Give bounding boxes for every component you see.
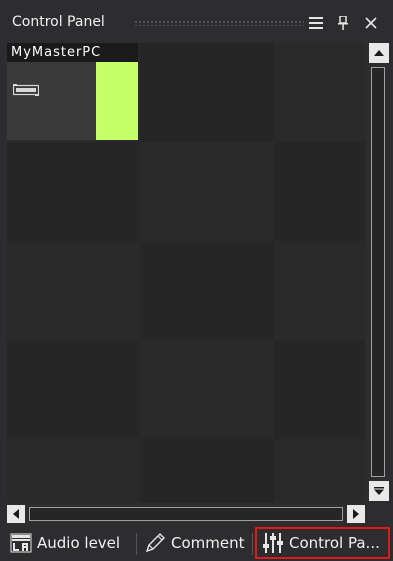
grid-cell[interactable] (140, 439, 274, 503)
close-button[interactable] (360, 12, 382, 34)
arrow-left-icon (13, 509, 19, 519)
grid-cell[interactable] (7, 142, 140, 241)
vertical-scroll-thumb[interactable] (371, 67, 385, 477)
close-icon (365, 17, 377, 29)
bottom-tab-bar: Audio level Comment Control Pa... (0, 527, 393, 561)
arrow-up-icon (374, 50, 384, 56)
scroll-down-button[interactable] (369, 481, 389, 501)
grid-cell[interactable] (274, 43, 365, 142)
device-tile[interactable]: MyMasterPC (7, 43, 138, 140)
grid-cell[interactable] (7, 439, 140, 503)
grid-cell[interactable] (140, 241, 274, 340)
tab-label: Audio level (37, 534, 121, 552)
panel-title: Control Panel (12, 14, 105, 30)
grid-cell[interactable] (274, 142, 365, 241)
device-icon (12, 81, 40, 100)
grid-cell[interactable] (274, 439, 365, 503)
menu-button[interactable] (305, 12, 327, 34)
scroll-right-button[interactable] (347, 505, 365, 523)
sliders-icon (262, 532, 284, 554)
drag-grip[interactable] (134, 20, 304, 26)
grid-cell[interactable] (140, 142, 274, 241)
title-bar: Control Panel (5, 8, 390, 37)
scroll-left-button[interactable] (7, 505, 25, 523)
horizontal-scrollbar[interactable] (7, 505, 365, 523)
device-name: MyMasterPC (7, 43, 138, 62)
horizontal-scroll-thumb[interactable] (29, 507, 343, 521)
control-panel-window: Control Panel MyMasterPC Audio level Com… (0, 0, 393, 561)
tab-audio-level[interactable]: Audio level (10, 528, 130, 558)
tab-control-panel[interactable]: Control Pa... (255, 527, 390, 559)
menu-icon (309, 17, 323, 29)
tab-separator (252, 533, 253, 555)
tab-comment[interactable]: Comment (144, 528, 250, 558)
scroll-up-button[interactable] (369, 43, 389, 63)
tab-label: Control Pa... (289, 534, 380, 552)
pin-icon (338, 16, 348, 30)
vertical-scrollbar[interactable] (368, 43, 390, 503)
grid-cell[interactable] (274, 340, 365, 439)
grid-cell[interactable] (7, 241, 140, 340)
arrow-down-icon (374, 487, 384, 495)
grid-cell[interactable] (140, 340, 274, 439)
pin-button[interactable] (332, 12, 354, 34)
grid-cell[interactable] (274, 241, 365, 340)
tab-label: Comment (171, 534, 245, 552)
arrow-right-icon (353, 509, 359, 519)
grid-cell[interactable] (140, 43, 274, 142)
device-icon-svg (12, 84, 40, 96)
level-meter (96, 62, 138, 140)
pencil-icon (144, 532, 166, 554)
tab-separator (136, 533, 137, 555)
grid-cell[interactable] (7, 340, 140, 439)
audio-level-icon (10, 533, 32, 553)
